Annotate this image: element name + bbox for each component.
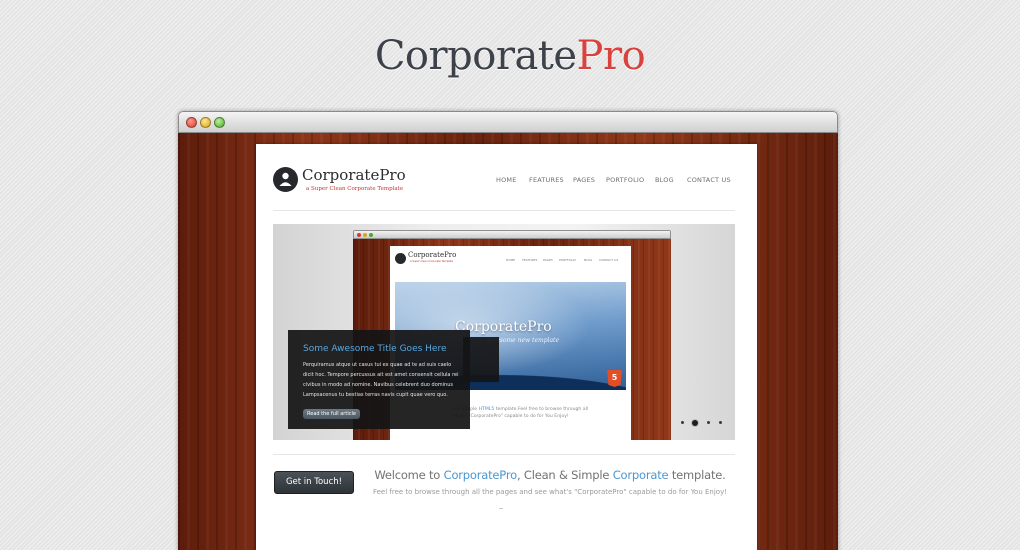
slider-pager-dot-2[interactable] bbox=[692, 420, 698, 426]
minimize-window-icon[interactable] bbox=[200, 117, 211, 128]
mini-minimize-icon bbox=[363, 233, 367, 237]
header-divider bbox=[273, 210, 735, 211]
mini-maximize-icon bbox=[369, 233, 373, 237]
slider-divider bbox=[273, 454, 735, 455]
mini-nav-blog: BLOG bbox=[584, 258, 593, 262]
slide-caption: Some Awesome Title Goes Here Perquiramus… bbox=[288, 330, 470, 429]
website-page: CorporatePro a Super Clean Corporate Tem… bbox=[256, 144, 757, 550]
mini-nav-contact: CONTACT US bbox=[599, 258, 619, 262]
slide-preview-text-part2: template.Feel free to browse through all bbox=[494, 407, 589, 412]
site-logo-name[interactable]: CorporatePro bbox=[302, 166, 406, 184]
nav-portfolio[interactable]: PORTFOLIO bbox=[606, 176, 644, 184]
page-title-accent: Pro bbox=[576, 33, 646, 79]
maximize-window-icon[interactable] bbox=[214, 117, 225, 128]
welcome-subtext: Feel free to browse through all the page… bbox=[372, 488, 728, 496]
logo-person-icon[interactable] bbox=[273, 167, 298, 192]
get-in-touch-button[interactable]: Get in Touch! bbox=[274, 471, 354, 494]
welcome-heading: Welcome to CorporatePro, Clean & Simple … bbox=[360, 468, 740, 482]
mini-nav-portfolio: PORTFOLIO bbox=[559, 258, 576, 262]
site-logo-tagline: a Super Clean Corporate Template bbox=[306, 186, 404, 192]
nav-blog[interactable]: BLOG bbox=[655, 176, 674, 184]
browser-titlebar bbox=[178, 111, 838, 133]
welcome-text-1: Welcome to bbox=[374, 468, 444, 482]
welcome-text-3: template. bbox=[668, 468, 726, 482]
slide-caption-title: Some Awesome Title Goes Here bbox=[303, 344, 447, 354]
slide-preview-text: n & Simple HTML5 template.Feel free to b… bbox=[452, 406, 588, 420]
nav-home[interactable]: HOME bbox=[496, 176, 517, 184]
nav-pages[interactable]: PAGES bbox=[573, 176, 595, 184]
mini-logo-tagline: a Super Clean Corporate Template bbox=[410, 260, 454, 263]
slide-preview-text-highlight: HTML5 bbox=[478, 407, 495, 412]
slide-browser-titlebar bbox=[353, 230, 671, 239]
mini-logo-icon bbox=[395, 253, 406, 264]
slider-pager-dot-3[interactable] bbox=[707, 421, 710, 424]
html5-icon: 5 bbox=[607, 370, 622, 387]
nav-features[interactable]: FEATURES bbox=[529, 176, 564, 184]
nav-contact-us[interactable]: CONTACT US bbox=[687, 176, 731, 184]
mini-close-icon bbox=[357, 233, 361, 237]
welcome-text-2: , Clean & Simple bbox=[516, 468, 613, 482]
welcome-separator bbox=[499, 508, 503, 509]
mini-logo-name: CorporatePro bbox=[408, 251, 457, 259]
slider-pager-dot-1[interactable] bbox=[681, 421, 684, 424]
page-title: CorporatePro bbox=[0, 33, 1020, 79]
welcome-link-corporatepro[interactable]: CorporatePro bbox=[444, 468, 518, 482]
image-slider[interactable]: CorporatePro a Super Clean Corporate Tem… bbox=[273, 224, 735, 440]
close-window-icon[interactable] bbox=[186, 117, 197, 128]
slider-pager-dot-4[interactable] bbox=[719, 421, 722, 424]
mini-nav-pages: PAGES bbox=[543, 258, 553, 262]
welcome-link-corporate[interactable]: Corporate bbox=[613, 468, 669, 482]
mini-nav-home: HOME bbox=[506, 258, 516, 262]
mini-nav-features: FEATURES bbox=[522, 258, 538, 262]
read-full-article-button[interactable]: Read the full article bbox=[303, 409, 360, 419]
slide-caption-body: Perquiramus atque ut casus tui ex quae a… bbox=[303, 362, 459, 398]
page-title-main: Corporate bbox=[374, 33, 577, 79]
